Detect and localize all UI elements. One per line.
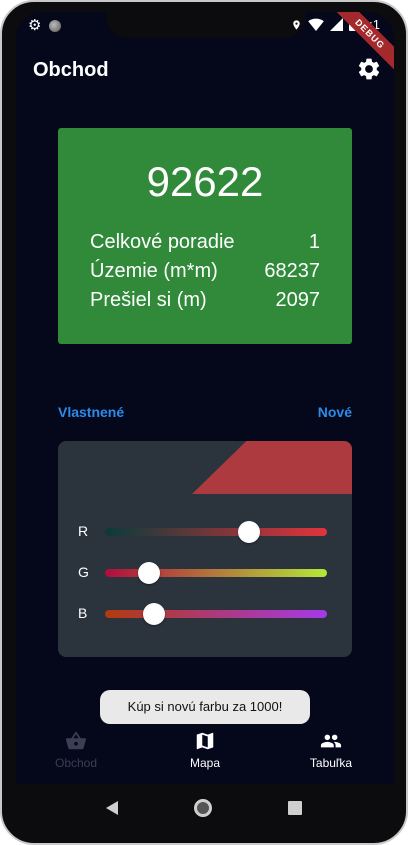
slider-green: G [78,562,332,584]
nav-label: Tabuľka [309,756,353,770]
home-icon[interactable] [194,799,212,817]
tab-owned[interactable]: Vlastnené [58,404,124,420]
location-icon [293,19,300,30]
people-icon [320,734,342,748]
phone-frame: ⚙ 1:1 DEBUG Obchod 92622 Celkové poradie… [0,0,408,845]
settings-gear-icon[interactable] [356,56,382,82]
bottom-nav: Obchod Mapa Tabuľka [16,730,394,784]
color-preview-swatch [192,441,352,494]
tab-new[interactable]: Nové [318,404,352,420]
settings-notification-icon: ⚙ [28,17,42,34]
signal-icon [329,18,343,31]
nav-item-table[interactable]: Tabuľka [281,730,381,770]
slider-track-red[interactable] [105,528,327,536]
stat-row-territory: Územie (m*m) 68237 [90,260,320,283]
status-bar: ⚙ 1:1 DEBUG [16,12,394,74]
page-title: Obchod [33,59,109,81]
slider-track-blue[interactable] [105,610,327,618]
system-navigation-bar [2,784,406,832]
stat-value: 68237 [264,260,320,282]
slider-thumb-red[interactable] [238,521,261,543]
stat-label: Územie (m*m) [90,260,218,282]
stat-value: 1 [308,231,320,253]
slider-blue: B [78,603,332,625]
status-left: ⚙ [28,17,62,34]
slider-thumb-blue[interactable] [142,603,165,625]
stat-row-rank: Celkové poradie 1 [90,231,320,254]
recent-apps-icon[interactable] [288,801,302,815]
slider-label: G [78,564,89,580]
nav-label: Obchod [54,756,98,770]
nav-label: Mapa [189,756,221,770]
stat-row-distance: Prešiel si (m) 2097 [90,289,320,312]
color-picker-card: R G B [58,441,352,657]
map-icon [196,732,214,750]
shopping-basket-icon [65,731,86,750]
slider-label: B [78,605,88,621]
nav-item-map[interactable]: Mapa [155,730,255,770]
stat-label: Prešiel si (m) [90,289,207,311]
slider-label: R [78,523,89,539]
slider-red: R [78,521,332,543]
display-notch [106,12,306,38]
slider-thumb-green[interactable] [138,562,161,584]
back-icon[interactable] [106,801,118,815]
total-score: 92622 [146,158,264,205]
stat-label: Celkové poradie [90,231,235,253]
buy-color-button[interactable]: Kúp si novú farbu za 1000! [100,690,310,724]
camera-notification-icon [49,19,62,32]
wifi-icon [308,18,324,31]
score-card: 92622 Celkové poradie 1 Územie (m*m) 682… [58,128,352,344]
stat-value: 2097 [275,289,321,311]
app-screen: ⚙ 1:1 DEBUG Obchod 92622 Celkové poradie… [16,12,394,784]
nav-item-shop[interactable]: Obchod [26,730,126,770]
